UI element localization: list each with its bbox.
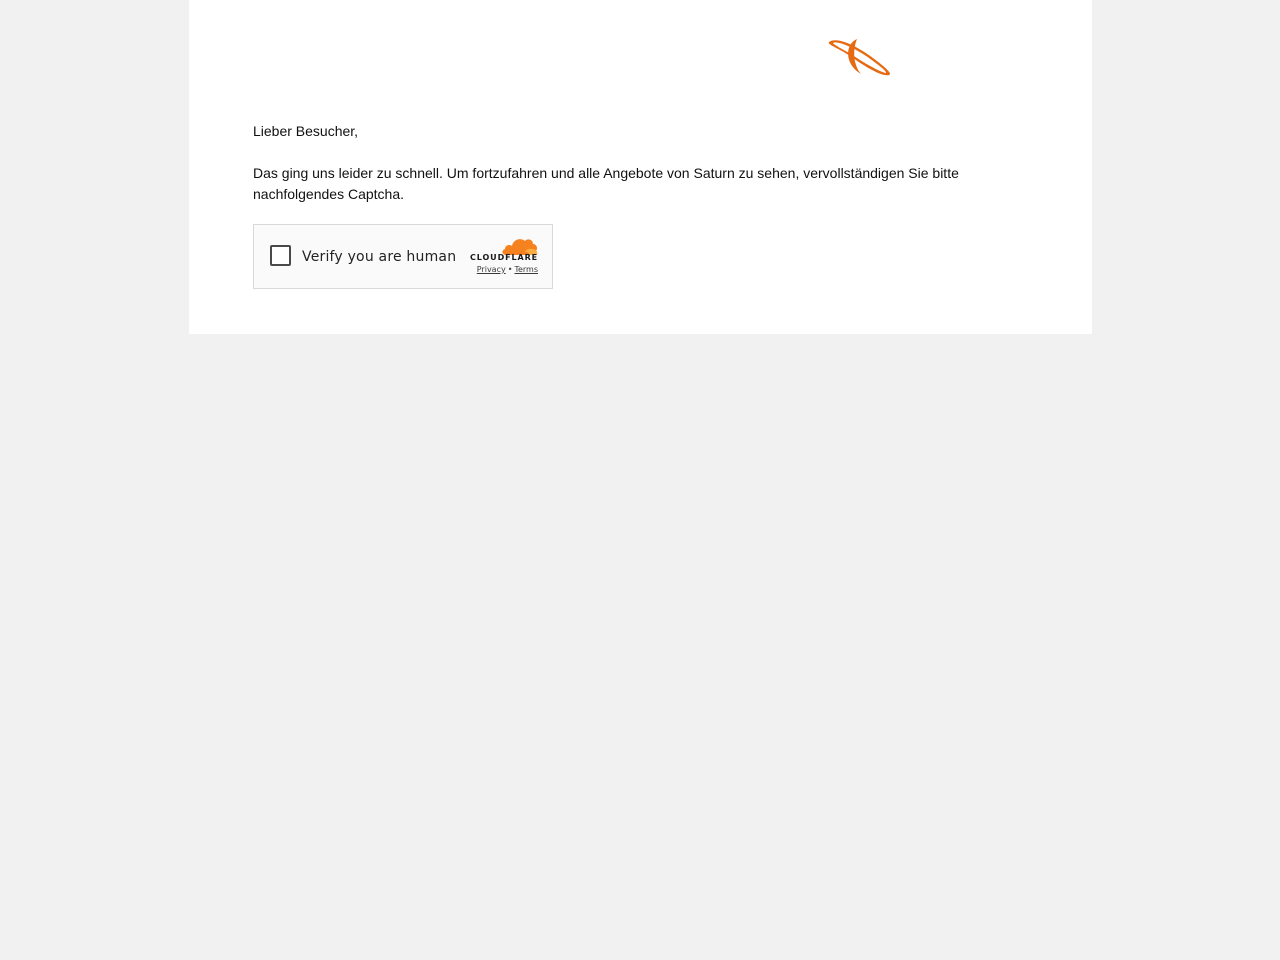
privacy-link[interactable]: Privacy xyxy=(477,265,506,274)
verify-human-label[interactable]: Verify you are human xyxy=(302,248,456,266)
saturn-logo-icon xyxy=(827,36,893,78)
link-separator: • xyxy=(507,265,513,274)
page-card: Lieber Besucher, Das ging uns leider zu … xyxy=(189,0,1092,334)
captcha-instruction-text: Das ging uns leider zu schnell. Um fortz… xyxy=(253,165,959,202)
captcha-widget: Verify you are human CLOUDFLARE Privacy •… xyxy=(253,224,553,289)
greeting-text: Lieber Besucher, xyxy=(253,123,359,139)
terms-link[interactable]: Terms xyxy=(514,265,538,274)
cloudflare-wordmark: CLOUDFLARE xyxy=(470,253,538,262)
verify-human-checkbox[interactable] xyxy=(270,245,291,266)
captcha-legal-links: Privacy • Terms xyxy=(454,265,538,275)
